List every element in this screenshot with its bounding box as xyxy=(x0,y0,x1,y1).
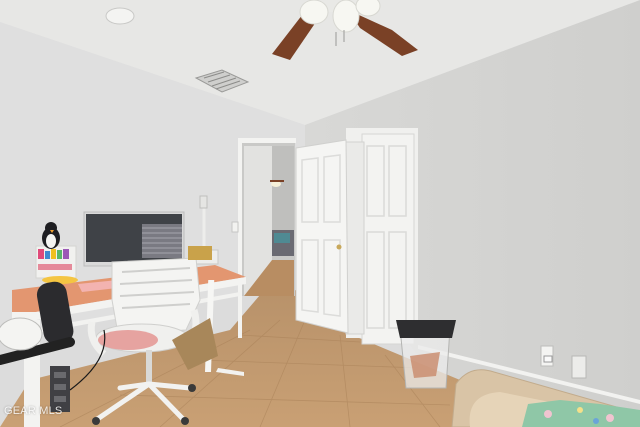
wall-outlet-2 xyxy=(571,355,587,379)
desk-organizer xyxy=(35,245,78,284)
closet-door xyxy=(345,133,415,345)
smoke-detector xyxy=(105,7,135,25)
mls-watermark: GEAR MLS xyxy=(4,405,63,417)
light-switch xyxy=(231,221,239,233)
bedroom-door xyxy=(295,139,349,334)
bedroom-photo xyxy=(0,0,640,427)
desk-figurine xyxy=(188,246,212,260)
trash-bin xyxy=(396,320,456,389)
door-knob xyxy=(336,244,342,250)
